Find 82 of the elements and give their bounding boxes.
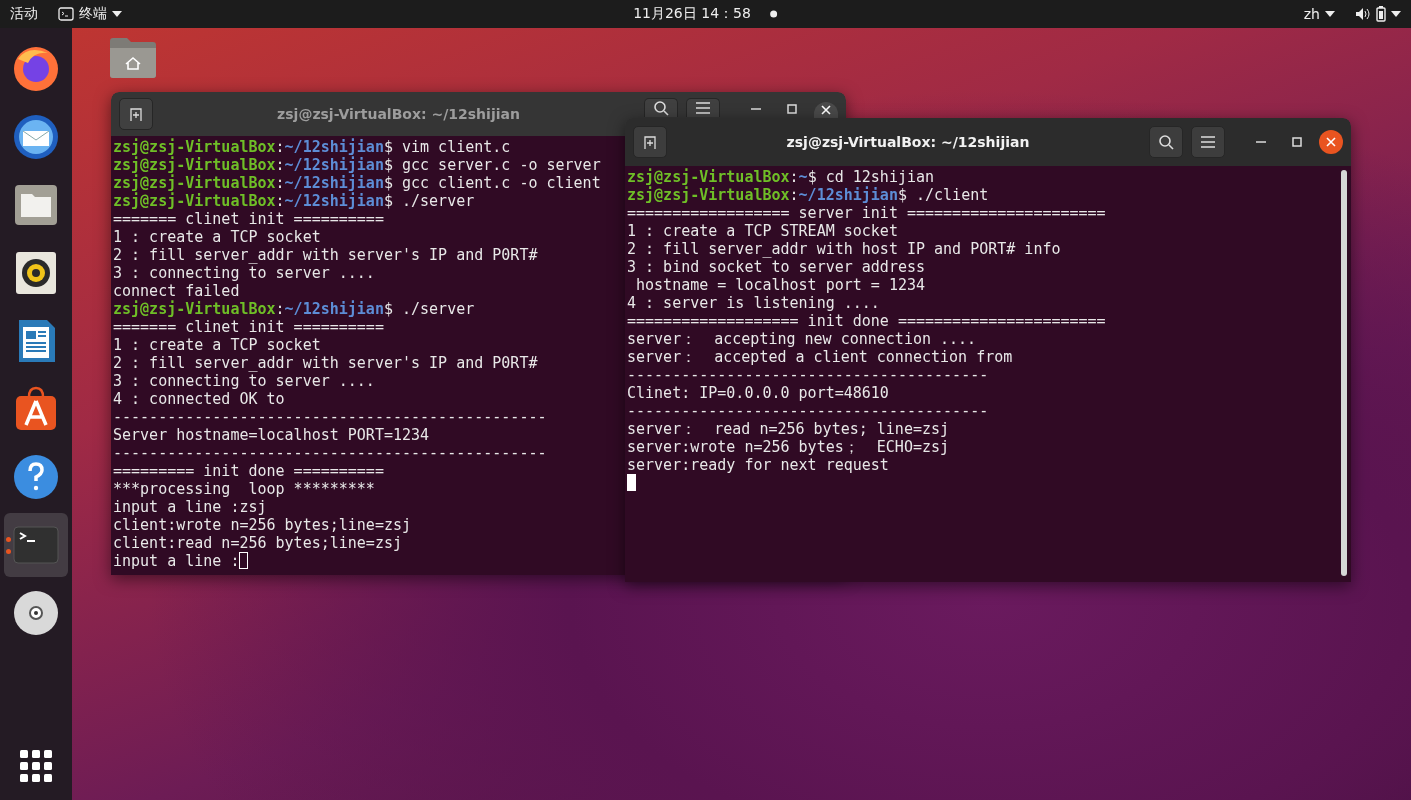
clock-button[interactable]: 11月26日 14：58 <box>623 0 788 28</box>
output-line: client:read n=256 bytes;line=zsj <box>113 534 402 552</box>
output-line: 3 : bind socket to server address <box>627 258 925 276</box>
menu-button[interactable] <box>686 98 720 117</box>
output-line: ================== server init ====================== <box>627 204 1106 222</box>
window-title: zsj@zsj-VirtualBox: ~/12shijian <box>785 134 1031 150</box>
menu-icon <box>1201 136 1215 148</box>
output-line: ---------------------------------------- <box>627 366 989 384</box>
output-line: 2 : fill server_addr with server's IP and P0RT# <box>113 354 538 372</box>
terminal-area[interactable] <box>625 166 1351 582</box>
output-line: 1 : create a TCP socket <box>113 228 321 246</box>
output-line: input a line :zsj <box>113 498 267 516</box>
volume-icon <box>1355 7 1371 21</box>
menu-icon <box>696 102 710 114</box>
output-line: connect failed <box>113 282 240 300</box>
mail-icon[interactable] <box>12 113 60 161</box>
output-line: ***processing loop ********* <box>113 480 375 498</box>
output-line: server： read n=256 bytes; line=zsj <box>627 420 950 438</box>
output-line: client:wrote n=256 bytes;line=zsj <box>113 516 411 534</box>
menu-button[interactable] <box>1191 126 1225 158</box>
search-button[interactable] <box>1149 126 1183 158</box>
output-line: hostname = localhost port = 1234 <box>635 276 925 294</box>
output-line: server： accepting new connection .... <box>627 330 977 348</box>
output-line: ======= clinet init ========== <box>113 210 384 228</box>
output-line: =================== init done ======================= <box>627 312 1106 330</box>
output-line: 3 : connecting to server .... <box>113 264 375 282</box>
close-icon <box>821 105 831 115</box>
output-line: ---------------------------------------- <box>627 402 989 420</box>
output-line: ========= init done ========== <box>113 462 384 480</box>
close-icon <box>1326 137 1336 147</box>
prompt-line: zsj@zsj-VirtualBox:~/12shijian$ gcc client.c -o client <box>113 174 601 192</box>
output-line: server： accepted a client connection from <box>627 348 1013 366</box>
prompt-line: zsj@zsj-VirtualBox:~/12shijian$ ./server <box>113 300 475 318</box>
prompt-line: zsj@zsj-VirtualBox:~$ cd 12shijian <box>627 168 935 186</box>
output-line: input a line : <box>113 552 240 570</box>
input-method-menu[interactable]: zh <box>1293 0 1345 28</box>
battery-icon <box>1376 6 1386 22</box>
output-line: Server hostname=localhost PORT=1234 <box>113 426 430 444</box>
caret-icon <box>1391 11 1401 17</box>
prompt-line: zsj@zsj-VirtualBox:~/12shijian$ ./client <box>627 186 989 204</box>
output-line: 4 : connected OK to <box>113 390 285 408</box>
new-tab-button[interactable] <box>633 126 667 158</box>
output-line: ------------------------------------------------ <box>113 444 547 462</box>
app-menu[interactable]: 终端 <box>48 0 132 28</box>
close-button[interactable] <box>814 102 838 118</box>
app-grid-icon[interactable] <box>20 750 52 782</box>
search-icon <box>1158 134 1174 150</box>
caret-icon <box>112 11 122 17</box>
prompt-line: zsj@zsj-VirtualBox:~/12shijian$ vim client.c <box>113 138 511 156</box>
new-tab-icon <box>642 134 658 150</box>
minimize-icon <box>751 108 761 110</box>
prompt-line: zsj@zsj-VirtualBox:~/12shijian$ gcc server.c -o server <box>113 156 601 174</box>
output-line: server:ready for next request <box>627 456 889 474</box>
activities-button[interactable]: 活动 <box>0 0 48 28</box>
minimize-icon <box>1256 141 1266 143</box>
output-line: ======= clinet init ========== <box>113 318 384 336</box>
search-icon <box>653 100 669 116</box>
output-line: server:wrote n=256 bytes； ECHO=zsj <box>627 438 950 456</box>
notification-dot-icon <box>769 10 778 18</box>
disc-icon[interactable] <box>12 589 60 637</box>
scrollbar[interactable] <box>1341 170 1347 576</box>
help-icon[interactable] <box>12 453 60 501</box>
new-tab-icon <box>128 106 144 122</box>
browser-icon[interactable] <box>12 45 60 93</box>
search-button[interactable] <box>644 98 678 117</box>
output-line: 2 : fill server_addr with host IP and PORT# info <box>627 240 1061 258</box>
close-button[interactable] <box>1319 130 1343 154</box>
maximize-icon <box>1292 137 1302 147</box>
terminal-icon <box>58 7 74 21</box>
output-line: 4 : server is listening .... <box>627 294 880 312</box>
output-line: 2 : fill server_addr with server's IP and P0RT# <box>113 246 538 264</box>
output-line: 3 : connecting to server .... <box>113 372 375 390</box>
output-line: ------------------------------------------------ <box>113 408 547 426</box>
home-folder-icon[interactable] <box>109 37 157 79</box>
output-line: 1 : create a TCP socket <box>113 336 321 354</box>
prompt-line: zsj@zsj-VirtualBox:~/12shijian$ ./server <box>113 192 475 210</box>
maximize-icon <box>787 104 797 114</box>
output-line: 1 : create a TCP STREAM socket <box>627 222 898 240</box>
output-line: Clinet: IP=0.0.0.0 port=48610 <box>627 384 889 402</box>
window-title: zsj@zsj-VirtualBox: ~/12shijian <box>276 106 521 122</box>
new-tab-button[interactable] <box>119 98 153 130</box>
caret-icon <box>1325 11 1335 17</box>
